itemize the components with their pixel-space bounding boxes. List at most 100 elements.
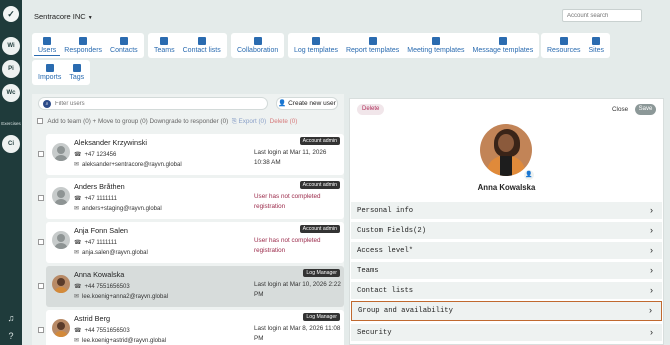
role-badge: Account admin: [299, 225, 340, 233]
meeting-templates-icon: [431, 37, 440, 45]
user-name: Anders Bråthen: [74, 182, 125, 191]
close-button[interactable]: Close: [612, 106, 628, 113]
registration-status: User has not completed registration: [254, 193, 321, 210]
avatar: [52, 275, 70, 293]
profile-photo[interactable]: [480, 124, 532, 176]
tab-tags[interactable]: Tags: [65, 62, 88, 83]
tab-group-templates: Log templates Report templates Meeting t…: [288, 33, 540, 58]
mail-icon: ✉: [74, 162, 80, 168]
workspace-ci[interactable]: Ci: [2, 135, 20, 153]
mail-icon: ✉: [74, 206, 80, 212]
responders-icon: [79, 37, 88, 45]
help-icon[interactable]: ?: [5, 330, 17, 342]
tab-label: Report templates: [345, 47, 400, 54]
tab-meeting-templates[interactable]: Meeting templates: [403, 35, 468, 56]
user-email: ✉ lee.koenig+anna2@rayvn.global: [74, 294, 169, 300]
save-button[interactable]: Save: [635, 104, 656, 115]
exercises-label[interactable]: Exercises: [0, 121, 22, 126]
tab-label: Users: [38, 46, 57, 54]
section-group-and-availability[interactable]: Group and availability ›: [351, 301, 662, 321]
workspace-pi[interactable]: Pi: [2, 60, 20, 78]
message-templates-icon: [498, 37, 507, 45]
tab-label: Meeting templates: [407, 47, 465, 54]
chevron-down-icon: ▼: [87, 15, 93, 21]
collaboration-icon: [253, 37, 262, 45]
workspace-wc[interactable]: Wc: [2, 84, 20, 102]
tab-log-templates[interactable]: Log templates: [290, 35, 342, 56]
tab-imports[interactable]: Imports: [34, 62, 65, 83]
login-status: Last login at Mar 8, 2026 11:08 PM: [254, 325, 341, 342]
user-phone: ☎ +47 1111111: [74, 240, 118, 246]
user-phone: ☎ +47 123456: [74, 152, 117, 158]
filter-users-input[interactable]: [55, 99, 205, 109]
tab-label: Sites: [588, 47, 605, 54]
tab-users[interactable]: Users: [34, 35, 61, 56]
tab-label: Responders: [64, 47, 103, 54]
user-name: Anja Fonn Salen: [74, 226, 128, 235]
row-checkbox[interactable]: [38, 327, 44, 333]
user-phone: ☎ +47 1111111: [74, 196, 118, 202]
move-to-group-action[interactable]: Move to group (0): [98, 118, 148, 125]
bell-icon[interactable]: ♫: [5, 312, 17, 324]
workspace-wi[interactable]: Wi: [2, 37, 20, 55]
tab-collaboration[interactable]: Collaboration: [233, 35, 282, 56]
tab-sites[interactable]: Sites: [584, 35, 608, 56]
row-checkbox[interactable]: [38, 151, 44, 157]
tab-report-templates[interactable]: Report templates: [342, 35, 403, 56]
account-search-input[interactable]: [562, 9, 642, 22]
tab-label: Collaboration: [237, 47, 279, 54]
user-row[interactable]: Anders Bråthen ☎ +47 1111111 ✉ anders+stag…: [38, 178, 344, 219]
tab-group-lists: Teams Contact lists: [148, 33, 227, 58]
phone-icon: ☎: [74, 196, 82, 202]
tab-group-data: Imports Tags: [32, 60, 91, 85]
tab-teams[interactable]: Teams: [150, 35, 179, 56]
user-row-selected[interactable]: Anna Kowalska ☎ +44 7551656503 ✉ lee.koeni…: [38, 266, 344, 307]
user-row[interactable]: Astrid Berg ☎ +44 7551656503 ✉ lee.koenig+…: [38, 310, 344, 345]
section-security[interactable]: Security ›: [351, 323, 662, 341]
row-checkbox[interactable]: [38, 195, 44, 201]
add-to-team-action[interactable]: Add to team (0): [47, 118, 90, 125]
section-contact-lists[interactable]: Contact lists ›: [351, 281, 662, 299]
app-logo-icon[interactable]: ✓: [3, 6, 19, 22]
login-status: Last login at Mar 11, 2026 10:38 AM: [254, 149, 327, 166]
log-templates-icon: [311, 37, 320, 45]
create-label: Create new user: [288, 100, 336, 107]
select-all-checkbox[interactable]: [37, 118, 43, 124]
avatar: [52, 231, 70, 249]
delete-action[interactable]: Delete (0): [270, 118, 298, 125]
user-name: Aleksander Krzywinski: [74, 138, 147, 147]
row-checkbox[interactable]: [38, 239, 44, 245]
create-new-user-button[interactable]: 👤 Create new user: [276, 97, 338, 110]
tab-group-resources: Resources Sites: [541, 33, 611, 58]
tab-group-people: Users Responders Contacts: [32, 33, 144, 58]
section-custom-fields[interactable]: Custom Fields(2) ›: [351, 221, 662, 239]
tab-responders[interactable]: Responders: [60, 35, 106, 56]
export-action[interactable]: Export (0): [239, 118, 267, 125]
tab-label: Tags: [69, 74, 85, 81]
tab-resources[interactable]: Resources: [543, 35, 584, 56]
user-row[interactable]: Aleksander Krzywinski ☎ +47 123456 ✉ aleks…: [38, 134, 344, 175]
chevron-right-icon: ›: [650, 265, 653, 275]
registration-status: User has not completed registration: [254, 237, 321, 254]
imports-icon: [45, 64, 54, 72]
role-badge: Log Manager: [303, 313, 340, 321]
tab-group-collab: Collaboration: [231, 33, 285, 58]
section-teams[interactable]: Teams ›: [351, 261, 662, 279]
tab-label: Teams: [154, 47, 175, 54]
section-access-level[interactable]: Access level* ›: [351, 241, 662, 259]
section-personal-info[interactable]: Personal info ›: [351, 201, 662, 219]
delete-user-button[interactable]: Delete: [357, 104, 385, 115]
role-badge: Account admin: [299, 137, 340, 145]
chevron-right-icon: ›: [650, 327, 653, 337]
tab-contacts[interactable]: Contacts: [106, 35, 142, 56]
top-bar: Sentracore INC ▼: [22, 0, 670, 30]
tab-contact-lists[interactable]: Contact lists: [179, 35, 225, 56]
section-label: Teams: [357, 267, 379, 275]
left-rail: ✓ Wi Pi Wc Exercises Ci ♫ ?: [0, 0, 22, 345]
org-selector[interactable]: Sentracore INC ▼: [34, 12, 93, 21]
row-checkbox[interactable]: [38, 283, 44, 289]
downgrade-action[interactable]: Downgrade to responder (0): [149, 118, 228, 125]
tab-message-templates[interactable]: Message templates: [469, 35, 538, 56]
user-row[interactable]: Anja Fonn Salen ☎ +47 1111111 ✉ anja.salen…: [38, 222, 344, 263]
edit-photo-icon[interactable]: 👤: [524, 170, 534, 180]
